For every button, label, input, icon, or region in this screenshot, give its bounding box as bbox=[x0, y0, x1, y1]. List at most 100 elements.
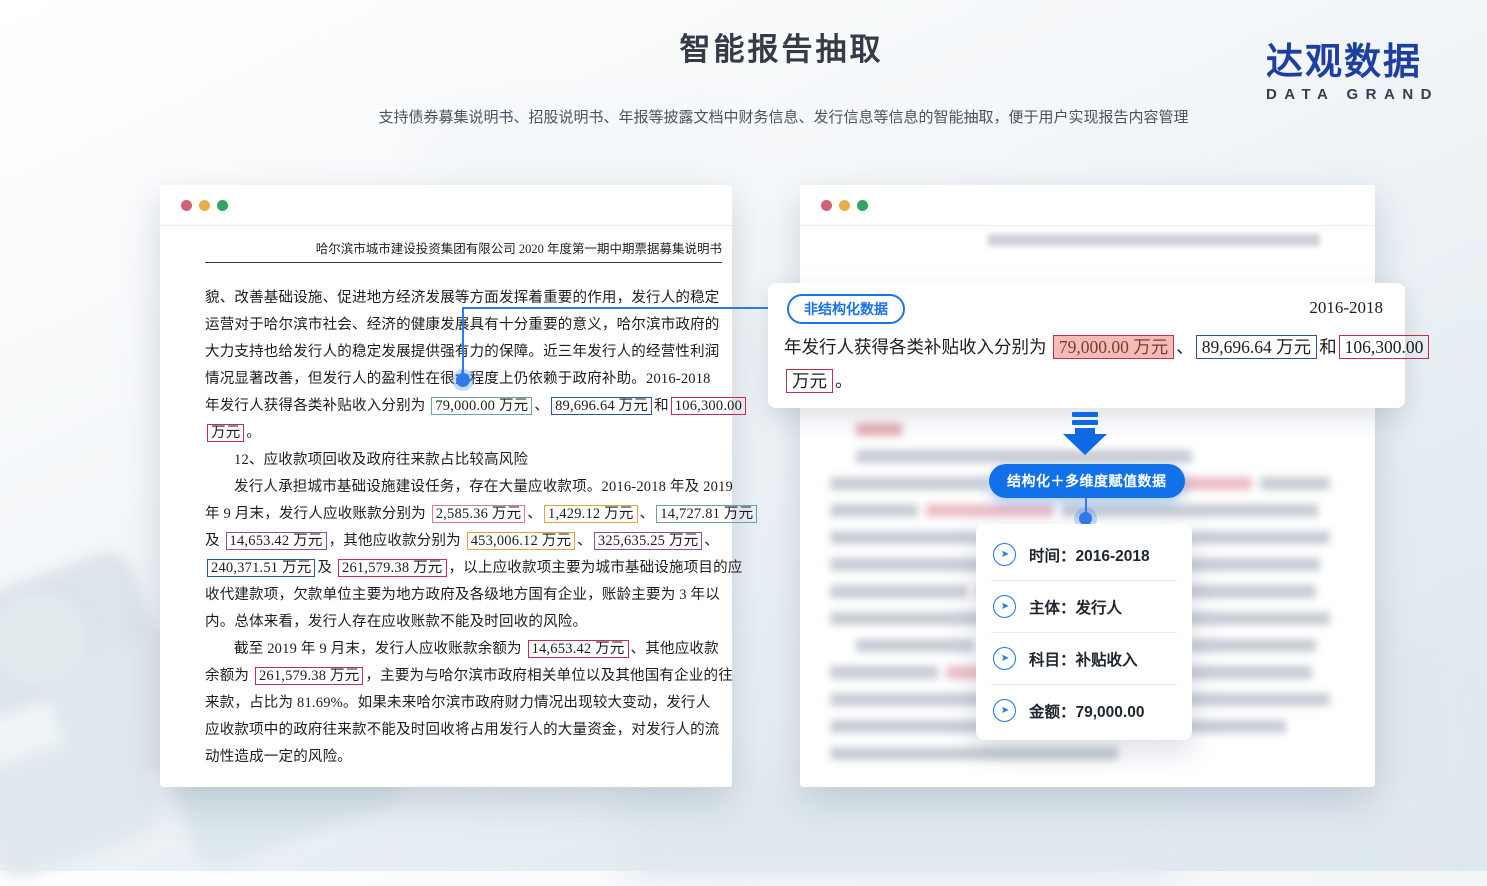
result-row-label: 金额：79,000.00 bbox=[1029, 700, 1144, 722]
doc-text: 、 bbox=[640, 506, 655, 522]
doc-line: 余额为 261,579.38 万元，主要为与哈尔滨市政府相关单位以及其他国有企业… bbox=[205, 663, 725, 690]
extracted-value: 14,653.42 万元 bbox=[226, 532, 327, 550]
doc-text: ，其他应收款分别为 bbox=[329, 533, 465, 549]
extracted-value: 240,371.51 万元 bbox=[207, 559, 315, 577]
doc-text: 。 bbox=[835, 371, 853, 391]
extracted-value: 万元 bbox=[786, 369, 833, 393]
document-window-left: 哈尔滨市城市建设投资集团有限公司 2020 年度第一期中期票据募集说明书 貌、改… bbox=[160, 185, 732, 787]
arrow-circle-icon: ➤ bbox=[993, 699, 1016, 722]
connector-line-vertical bbox=[462, 307, 464, 377]
blurred-text-segment bbox=[830, 747, 1118, 760]
doc-text: 年 9 月末，发行人应收账款分别为 bbox=[205, 506, 430, 522]
window-dots bbox=[181, 200, 228, 211]
unstructured-data-badge[interactable]: 非结构化数据 bbox=[787, 294, 905, 324]
blurred-document-title bbox=[988, 234, 1320, 246]
blurred-text-segment bbox=[1062, 504, 1318, 517]
doc-text: 截至 2019 年 9 月末，发行人应收账款余额为 bbox=[234, 641, 526, 657]
result-card: ➤时间：2016-2018➤主体：发行人➤科目：补贴收入➤金额：79,000.0… bbox=[976, 524, 1192, 740]
result-row: ➤ 科目：补贴收入 bbox=[976, 633, 1192, 684]
down-arrow-icon bbox=[1059, 412, 1111, 461]
doc-line: 内。总体来看，发行人存在应收账款不能及时回收的风险。 bbox=[205, 609, 725, 636]
extracted-value: 325,635.25 万元 bbox=[594, 532, 702, 550]
blurred-text-segment bbox=[1188, 639, 1316, 652]
doc-text: 发行人承担城市基础设施建设任务，存在大量应收款项。2016-2018 年及 20… bbox=[234, 479, 733, 495]
green-dot-icon bbox=[857, 200, 868, 211]
result-row: ➤ 主体：发行人 bbox=[976, 581, 1192, 632]
arrow-circle-icon: ➤ bbox=[993, 543, 1016, 566]
doc-line: 万元。 bbox=[205, 420, 725, 447]
background-blob bbox=[620, 780, 1180, 880]
document-body: 貌、改善基础设施、促进地方经济发展等方面发挥着重要的作用，发行人的稳定运营对于哈… bbox=[205, 285, 725, 771]
extracted-value: 1,429.12 万元 bbox=[544, 505, 638, 523]
doc-line: 年发行人获得各类补贴收入分别为 79,000.00 万元、89,696.64 万… bbox=[205, 393, 725, 420]
red-dot-icon bbox=[821, 200, 832, 211]
page: { "page": { "title": "智能报告抽取", "subtitle… bbox=[0, 0, 1487, 871]
doc-line: 运营对于哈尔滨市社会、经济的健康发展具有十分重要的意义，哈尔滨市政府的 bbox=[205, 312, 725, 339]
result-row-label: 主体：发行人 bbox=[1029, 596, 1122, 618]
extracted-value: 2,585.36 万元 bbox=[432, 505, 526, 523]
blurred-text-segment bbox=[830, 477, 988, 490]
year-range-label: 2016-2018 bbox=[1309, 298, 1383, 318]
window-dots bbox=[821, 200, 868, 211]
doc-text: ，主要为与哈尔滨市政府相关单位以及其他国有企业的往 bbox=[365, 668, 733, 684]
doc-text: 来款，占比为 81.69%。如果未来哈尔滨市政府财力情况出现较大变动，发行人 bbox=[205, 695, 710, 711]
logo-cn: 达观数据 bbox=[1266, 42, 1439, 83]
structured-data-badge[interactable]: 结构化＋多维度赋值数据 bbox=[989, 464, 1185, 498]
doc-text: 和 bbox=[1319, 337, 1337, 357]
doc-text: 动性造成一定的风险。 bbox=[205, 749, 352, 765]
blurred-text-line bbox=[830, 747, 1345, 760]
extracted-value: 261,579.38 万元 bbox=[338, 559, 446, 577]
doc-line: 万元。 bbox=[784, 364, 1394, 398]
extracted-value: 79,000.00 万元 bbox=[1053, 335, 1174, 359]
extracted-value: 万元 bbox=[207, 424, 244, 442]
doc-line: 240,371.51 万元及 261,579.38 万元，以上应收款项主要为城市… bbox=[205, 555, 725, 582]
doc-line: 收代建款项，欠款单位主要为地方政府及各级地方国有企业，账龄主要为 3 年以 bbox=[205, 582, 725, 609]
red-dot-icon bbox=[181, 200, 192, 211]
extracted-value: 14,727.81 万元 bbox=[656, 505, 757, 523]
result-row-label: 科目：补贴收入 bbox=[1029, 648, 1138, 670]
anchor-dot bbox=[456, 373, 470, 387]
result-row: ➤ 金额：79,000.00 bbox=[976, 685, 1192, 736]
doc-text: ，以上应收款项主要为城市基础设施项目的应 bbox=[449, 560, 743, 576]
doc-text: 、 bbox=[527, 506, 542, 522]
doc-text: 、 bbox=[1176, 337, 1194, 357]
doc-line: 应收款项中的政府往来款不能及时回收将占用发行人的大量资金，对发行人的流 bbox=[205, 717, 725, 744]
extracted-value: 453,006.12 万元 bbox=[467, 532, 575, 550]
yellow-dot-icon bbox=[199, 200, 210, 211]
brand-logo: 达观数据 DATA GRAND bbox=[1266, 42, 1439, 103]
doc-line: 年发行人获得各类补贴收入分别为 79,000.00 万元、89,696.64 万… bbox=[784, 330, 1394, 364]
yellow-dot-icon bbox=[839, 200, 850, 211]
page-subtitle: 支持债券募集说明书、招股说明书、年报等披露文档中财务信息、发行信息等信息的智能抽… bbox=[378, 106, 1188, 127]
doc-line: 来款，占比为 81.69%。如果未来哈尔滨市政府财力情况出现较大变动，发行人 bbox=[205, 690, 725, 717]
doc-line: 及 14,653.42 万元，其他应收款分别为 453,006.12 万元、32… bbox=[205, 528, 725, 555]
blurred-text-segment bbox=[1260, 477, 1330, 490]
window-titlebar bbox=[160, 185, 732, 226]
document-title: 哈尔滨市城市建设投资集团有限公司 2020 年度第一期中期票据募集说明书 bbox=[205, 238, 722, 263]
green-dot-icon bbox=[217, 200, 228, 211]
blurred-text-segment bbox=[830, 585, 968, 598]
doc-text: 、 bbox=[534, 398, 549, 414]
doc-text: 年发行人获得各类补贴收入分别为 bbox=[784, 337, 1051, 357]
doc-text: 余额为 bbox=[205, 668, 253, 684]
extracted-value: 89,696.64 万元 bbox=[1196, 335, 1317, 359]
doc-line: 动性造成一定的风险。 bbox=[205, 744, 725, 771]
connector-line-horizontal bbox=[463, 307, 789, 309]
extracted-value: 106,300.00 bbox=[671, 397, 746, 415]
arrow-circle-icon: ➤ bbox=[993, 647, 1016, 670]
extracted-value: 106,300.00 bbox=[1339, 335, 1430, 359]
arrow-circle-icon: ➤ bbox=[993, 595, 1016, 618]
blurred-text-segment bbox=[856, 639, 974, 652]
blurred-text-segment bbox=[926, 504, 1054, 517]
window-titlebar bbox=[800, 185, 1375, 226]
doc-text: 、 bbox=[704, 533, 719, 549]
extracted-sentence: 年发行人获得各类补贴收入分别为 79,000.00 万元、89,696.64 万… bbox=[784, 330, 1394, 398]
doc-line: 截至 2019 年 9 月末，发行人应收账款余额为 14,653.42 万元、其… bbox=[205, 636, 725, 663]
doc-text: 应收款项中的政府往来款不能及时回收将占用发行人的大量资金，对发行人的流 bbox=[205, 722, 720, 738]
extracted-value: 89,696.64 万元 bbox=[551, 397, 652, 415]
doc-line: 年 9 月末，发行人应收账款分别为 2,585.36 万元、1,429.12 万… bbox=[205, 501, 725, 528]
extracted-value: 261,579.38 万元 bbox=[255, 667, 363, 685]
blurred-text-segment bbox=[856, 450, 1192, 463]
doc-line: 12、应收款项回收及政府往来款占比较高风险 bbox=[205, 447, 725, 474]
doc-text: 年发行人获得各类补贴收入分别为 bbox=[205, 398, 429, 414]
doc-text: 、 bbox=[577, 533, 592, 549]
